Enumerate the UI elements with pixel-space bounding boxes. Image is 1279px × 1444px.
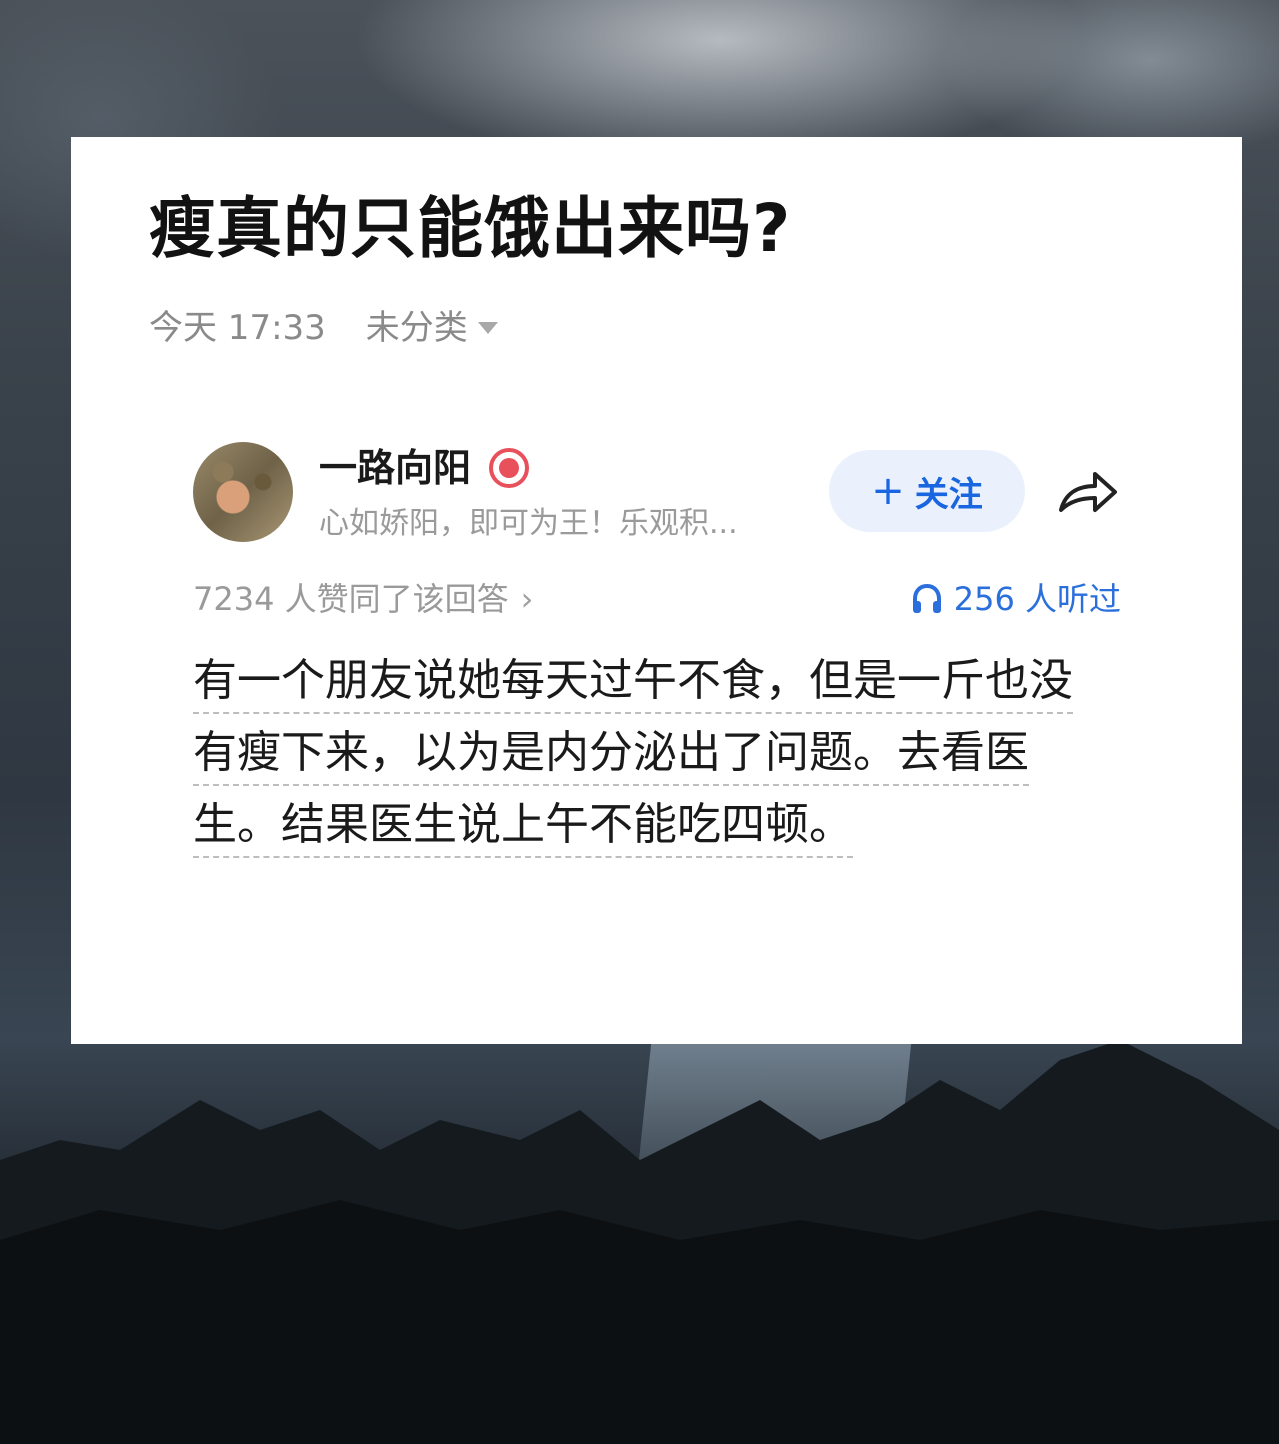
share-arrow-icon[interactable]: [1055, 464, 1119, 520]
post-time: 今天 17:33: [149, 308, 326, 348]
author-row: 一路向阳 心如娇阳，即可为王！乐观积... + 关注: [193, 442, 1133, 542]
category-selector[interactable]: 未分类: [366, 303, 498, 353]
follow-button[interactable]: + 关注: [829, 450, 1025, 532]
answer-text: 有一个朋友说她每天过午不食，但是一斤也没有瘦下来，以为是内分泌出了问题。去看医生…: [193, 645, 1093, 861]
plus-icon: +: [871, 468, 905, 514]
answer-text-content: 有一个朋友说她每天过午不食，但是一斤也没有瘦下来，以为是内分泌出了问题。去看医生…: [193, 655, 1073, 858]
post-title: 瘦真的只能饿出来吗?: [149, 190, 792, 267]
post-meta: 今天 17:33 未分类: [149, 303, 498, 353]
chevron-right-icon: ›: [520, 580, 534, 618]
headphone-icon: [912, 583, 941, 613]
likes-link[interactable]: 7234 人赞同了该回答 ›: [193, 577, 533, 621]
answer-stats: 7234 人赞同了该回答 › 256 人听过: [193, 577, 1121, 621]
caret-down-icon: [477, 322, 498, 334]
follow-label: 关注: [914, 474, 983, 515]
likes-count: 7234 人赞同了该回答: [193, 580, 509, 618]
author-bio: 心如娇阳，即可为王！乐观积...: [319, 506, 738, 541]
author-name-row[interactable]: 一路向阳: [319, 442, 530, 494]
listens-count: 256 人听过: [953, 580, 1121, 618]
tree-silhouette: [0, 1040, 1279, 1444]
author-name: 一路向阳: [319, 446, 472, 490]
avatar[interactable]: [193, 442, 293, 542]
listens-link[interactable]: 256 人听过: [910, 577, 1121, 621]
thumbs-up-badge-icon: [489, 448, 530, 488]
post-card: 瘦真的只能饿出来吗? 今天 17:33 未分类 一路向阳 心如娇阳，即可为王！乐…: [71, 137, 1242, 1044]
category-label: 未分类: [365, 308, 468, 348]
